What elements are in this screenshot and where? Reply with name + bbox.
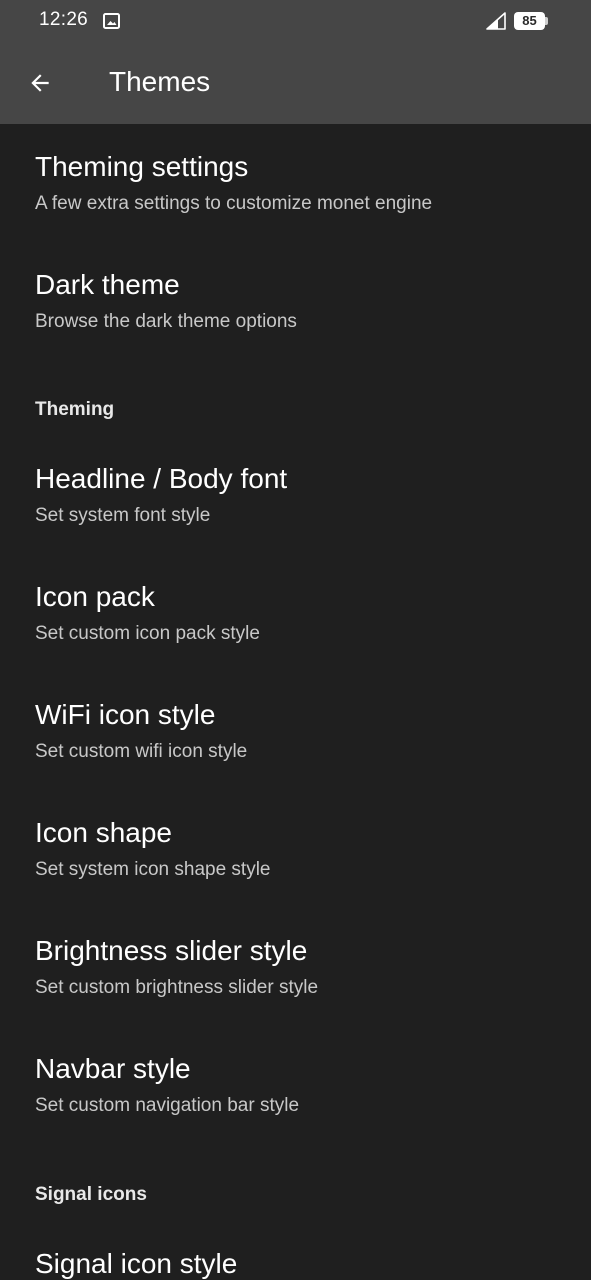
pref-icon-shape[interactable]: Icon shape Set system icon shape style [0,790,591,908]
pref-navbar-style[interactable]: Navbar style Set custom navigation bar s… [0,1026,591,1144]
pref-summary: Set system icon shape style [35,859,271,880]
battery-level: 85 [522,13,537,28]
preference-list: Theming settings A few extra settings to… [0,124,591,1280]
pref-summary: Set custom wifi icon style [35,741,248,762]
pref-headline-body-font[interactable]: Headline / Body font Set system font sty… [0,436,591,554]
signal-icon [486,12,506,30]
app-bar: Themes [0,42,591,124]
category-theming: Theming [35,399,115,420]
pref-icon-pack[interactable]: Icon pack Set custom icon pack style [0,554,591,672]
status-bar: 12:26 85 [0,0,591,42]
back-button[interactable] [18,61,62,105]
pref-theming-settings[interactable]: Theming settings A few extra settings to… [0,124,591,242]
battery-nub [545,17,548,25]
pref-title: WiFi icon style [35,699,216,730]
pref-signal-icon-style[interactable]: Signal icon style [0,1221,591,1280]
pref-title: Headline / Body font [35,463,288,494]
pref-title: Brightness slider style [35,935,308,966]
pref-summary: Set system font style [35,505,211,526]
page-title: Themes [109,66,211,97]
pref-dark-theme[interactable]: Dark theme Browse the dark theme options [0,242,591,360]
pref-title: Icon pack [35,581,155,612]
pref-wifi-icon-style[interactable]: WiFi icon style Set custom wifi icon sty… [0,672,591,790]
pref-brightness-slider-style[interactable]: Brightness slider style Set custom brigh… [0,908,591,1026]
arrow-back-icon [31,74,49,92]
image-icon [103,13,120,29]
status-time: 12:26 [39,9,89,30]
pref-title: Theming settings [35,151,249,182]
pref-title: Icon shape [35,817,172,848]
pref-title: Navbar style [35,1053,191,1084]
pref-summary: A few extra settings to customize monet … [35,193,433,214]
pref-title: Dark theme [35,269,180,300]
pref-summary: Set custom icon pack style [35,623,260,644]
pref-summary: Set custom brightness slider style [35,977,319,998]
battery-icon: 85 [514,12,545,30]
pref-title: Signal icon style [35,1248,238,1279]
themes-screen: 12:26 85 Themes Theming settings A few e… [0,0,591,1280]
category-signal-icons: Signal icons [35,1184,147,1205]
pref-summary: Browse the dark theme options [35,311,297,332]
pref-summary: Set custom navigation bar style [35,1095,300,1116]
